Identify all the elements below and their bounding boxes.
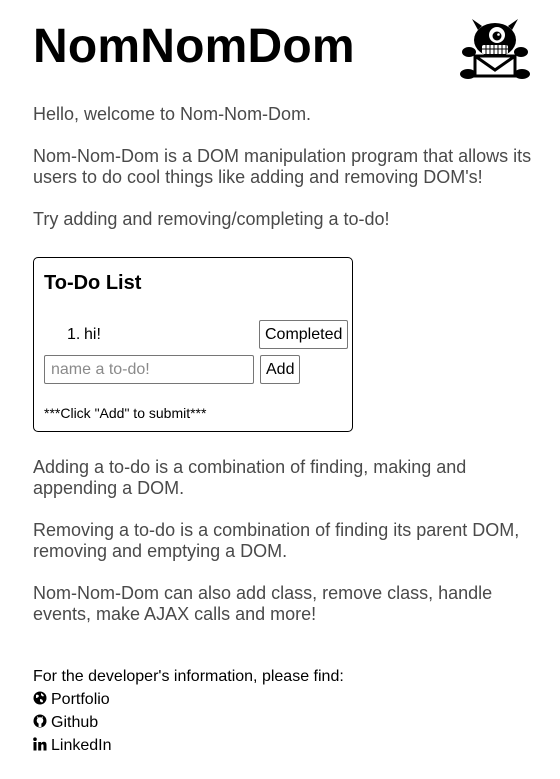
more-text: Nom-Nom-Dom can also add class, remove c… <box>33 583 493 624</box>
explanation-section: Adding a to-do is a combination of findi… <box>33 457 538 646</box>
todo-list: 1. hi! Completed <box>44 320 349 350</box>
github-icon <box>33 714 47 728</box>
todo-card: To-Do List 1. hi! Completed Add ***Click… <box>33 257 353 432</box>
list-item-number: 1. <box>67 326 81 343</box>
completed-button[interactable]: Completed <box>259 320 349 349</box>
developer-section: For the developer's information, please … <box>33 666 533 757</box>
linkedin-label: LinkedIn <box>51 737 112 754</box>
description-text: Nom-Nom-Dom is a DOM manipulation progra… <box>33 146 532 187</box>
add-button[interactable]: Add <box>260 355 301 384</box>
portfolio-label: Portfolio <box>51 691 110 708</box>
todo-input[interactable] <box>44 355 254 384</box>
adding-text: Adding a to-do is a combination of findi… <box>33 457 467 498</box>
github-label: Github <box>51 714 99 731</box>
monster-mascot-icon <box>460 19 530 79</box>
page-header: NomNomDom <box>33 18 533 82</box>
developer-intro: For the developer's information, please … <box>33 668 344 685</box>
list-item-text: hi! <box>84 326 101 343</box>
intro-section: Hello, welcome to Nom-Nom-Dom. Nom-Nom-D… <box>33 104 538 251</box>
todo-title: To-Do List <box>44 272 142 294</box>
prompt-text: Try adding and removing/completing a to-… <box>33 209 390 229</box>
linkedin-icon <box>33 737 47 751</box>
linkedin-link[interactable]: LinkedIn <box>33 734 533 757</box>
github-link[interactable]: Github <box>33 711 533 734</box>
removing-text: Removing a to-do is a combination of fin… <box>33 520 520 561</box>
list-item: 1. hi! Completed <box>44 320 349 350</box>
submit-hint: ***Click "Add" to submit*** <box>44 405 207 421</box>
globe-icon <box>33 691 47 705</box>
welcome-text: Hello, welcome to Nom-Nom-Dom. <box>33 104 312 124</box>
portfolio-link[interactable]: Portfolio <box>33 688 533 711</box>
